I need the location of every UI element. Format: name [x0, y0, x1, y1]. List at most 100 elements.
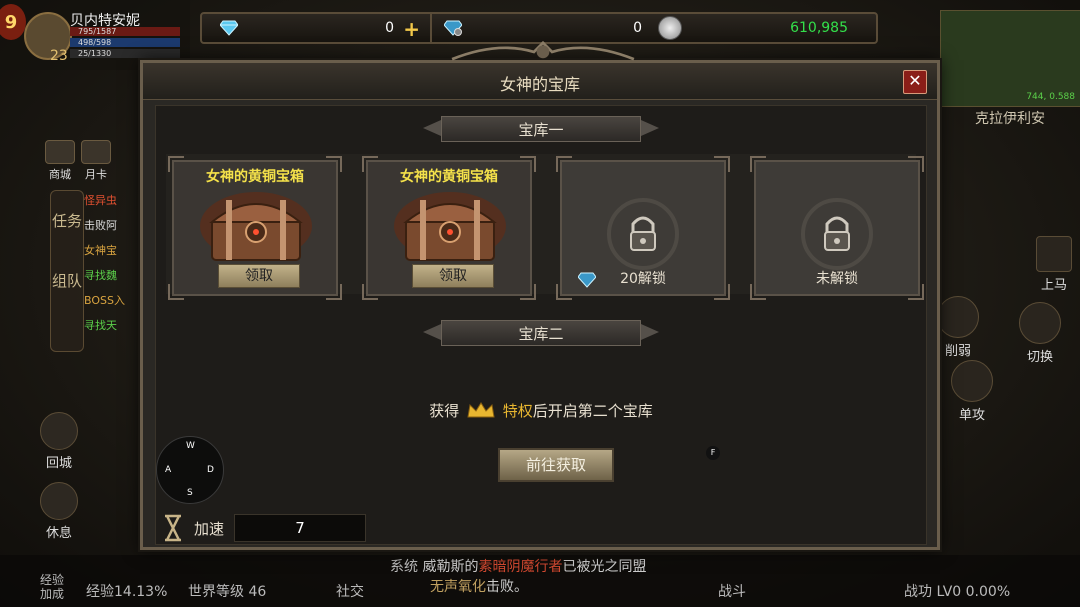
- shop-icon: [45, 140, 75, 164]
- list-item[interactable]: 怪异虫: [84, 188, 144, 213]
- return-city-icon: [40, 412, 78, 450]
- dialog-title-bar: 女神的宝库 ✕: [143, 63, 937, 100]
- weaken-icon: [937, 296, 979, 338]
- dialog-title: 女神的宝库: [499, 75, 580, 94]
- exp-bonus-label: 经验加成: [40, 573, 65, 601]
- silver-coin-icon: [658, 16, 682, 40]
- chat-text: 击败。: [486, 579, 528, 595]
- wasd-compass[interactable]: W A D S: [156, 436, 224, 504]
- shop-button[interactable]: 商城: [40, 140, 80, 182]
- slot-corner: [326, 284, 342, 300]
- slot-corner: [520, 284, 536, 300]
- hp-bar: 795/1587: [70, 27, 180, 36]
- switch-icon: [1019, 302, 1061, 344]
- xp-bar: 25/1330: [70, 49, 180, 58]
- slot-corner: [908, 156, 924, 172]
- monthly-label: 月卡: [85, 168, 107, 181]
- compass-a: A: [165, 465, 172, 475]
- crown-icon: [467, 402, 495, 418]
- exp-label: 经验14.13%: [86, 584, 168, 600]
- social-button[interactable]: 社交: [336, 581, 364, 601]
- lock-icon: [801, 198, 873, 270]
- minimap-coords: 744, 0.588: [1026, 92, 1075, 102]
- minimap[interactable]: 744, 0.588: [940, 10, 1080, 107]
- list-item[interactable]: 击败阿: [84, 213, 144, 238]
- bound-diamond-currency: 0: [438, 16, 650, 40]
- chat-highlight: 素暗阴魔行者: [478, 559, 563, 575]
- chat-box[interactable]: 系统 威勒斯的素暗阴魔行者已被光之同盟 无声氧化击败。: [390, 557, 646, 597]
- currency-bar: 0 + 0 610,985: [200, 12, 878, 44]
- battle-button[interactable]: 战斗: [718, 581, 746, 601]
- diamond-icon: [220, 20, 238, 36]
- rest-button[interactable]: 休息: [34, 482, 84, 541]
- silver-value: 610,985: [790, 20, 848, 36]
- chat-system-tag: 系统: [390, 559, 418, 575]
- claim-button[interactable]: 领取: [412, 264, 494, 288]
- vault-slot-4-locked[interactable]: 未解锁: [750, 156, 924, 300]
- slot-corner: [168, 284, 184, 300]
- silver-currency: 610,985: [656, 16, 856, 40]
- slot-corner: [714, 156, 730, 172]
- card-icon: [81, 140, 111, 164]
- bronze-chest-icon: [200, 192, 312, 261]
- rest-icon: [40, 482, 78, 520]
- vault-slot-2[interactable]: 女神的黄铜宝箱 领取: [362, 156, 536, 300]
- compass-s: S: [187, 488, 193, 498]
- vault-one-header: 宝库一: [423, 116, 659, 142]
- diamond-value: 0: [385, 20, 394, 36]
- world-level-label: 世界等级 46: [188, 584, 267, 600]
- skull-ornament-icon: [451, 41, 635, 61]
- add-diamond-icon[interactable]: +: [403, 17, 420, 41]
- dialog-body: 宝库一 女神的黄铜宝箱 领取 女神的黄铜宝箱 领取 20解锁 未解锁 宝库二 获…: [155, 105, 927, 545]
- player-level: 23: [50, 48, 68, 64]
- vault-slot-1[interactable]: 女神的黄铜宝箱 领取: [168, 156, 342, 300]
- map-name: 克拉伊利安: [975, 111, 1045, 127]
- single-attack-button[interactable]: 单攻: [942, 360, 1002, 423]
- single-attack-label: 单攻: [958, 408, 985, 423]
- return-city-button[interactable]: 回城: [34, 412, 84, 471]
- lock-icon: [607, 198, 679, 270]
- unlock-cost-label: 20解锁: [620, 271, 666, 287]
- tab-team[interactable]: 组队: [51, 271, 83, 291]
- privilege-prefix: 获得: [429, 402, 460, 420]
- vault-slot-3-locked[interactable]: 20解锁: [556, 156, 730, 300]
- weaken-label: 削弱: [944, 344, 971, 359]
- hourglass-icon: [165, 514, 181, 542]
- speed-label: 加速: [194, 520, 225, 538]
- vault-two-title: 宝库二: [518, 325, 564, 343]
- quest-team-tabs: 任务 组队: [50, 190, 84, 352]
- rest-label: 休息: [45, 526, 72, 541]
- monthly-card-button[interactable]: 月卡: [76, 140, 116, 182]
- tab-quest[interactable]: 任务: [51, 211, 83, 231]
- list-item[interactable]: 寻找魏: [84, 263, 144, 288]
- slot-corner: [362, 284, 378, 300]
- vip-level-badge: 9: [0, 4, 26, 40]
- return-city-label: 回城: [45, 456, 72, 471]
- list-item[interactable]: 寻找天: [84, 313, 144, 338]
- goddess-vault-dialog: 女神的宝库 ✕ 宝库一 女神的黄铜宝箱 领取 女神的黄铜宝箱 领取 20解锁 未…: [140, 41, 940, 550]
- quest-list: 怪异虫 击败阿 女神宝 寻找魏 BOSS入 寻找天: [84, 188, 144, 338]
- mount-button[interactable]: 上马: [1024, 236, 1080, 293]
- list-item[interactable]: BOSS入: [84, 288, 144, 313]
- go-obtain-button[interactable]: 前往获取: [498, 448, 614, 482]
- divider: [430, 14, 432, 42]
- vault-one-title: 宝库一: [518, 121, 564, 139]
- bound-diamond-value: 0: [633, 20, 642, 36]
- vault-one-slots: 女神的黄铜宝箱 领取 女神的黄铜宝箱 领取 20解锁 未解锁: [166, 154, 924, 300]
- mp-bar: 498/598: [70, 38, 180, 47]
- claim-button[interactable]: 领取: [218, 264, 300, 288]
- compass-w: W: [186, 441, 195, 451]
- slot-corner: [556, 156, 572, 172]
- chat-text: 威勒斯的: [422, 559, 479, 575]
- switch-button[interactable]: 切换: [1010, 302, 1070, 365]
- privilege-message: 获得 特权后开启第二个宝库: [156, 400, 926, 421]
- mount-icon: [1036, 236, 1072, 272]
- bound-diamond-icon: [444, 20, 462, 36]
- slot-corner: [750, 156, 766, 172]
- speed-panel: 加速 7: [156, 510, 926, 544]
- close-button[interactable]: ✕: [903, 70, 927, 94]
- diamond-currency: 0 +: [202, 16, 430, 41]
- battle-power-label: 战功 LV0 0.00%: [904, 584, 1011, 600]
- list-item[interactable]: 女神宝: [84, 238, 144, 263]
- switch-label: 切换: [1026, 350, 1053, 365]
